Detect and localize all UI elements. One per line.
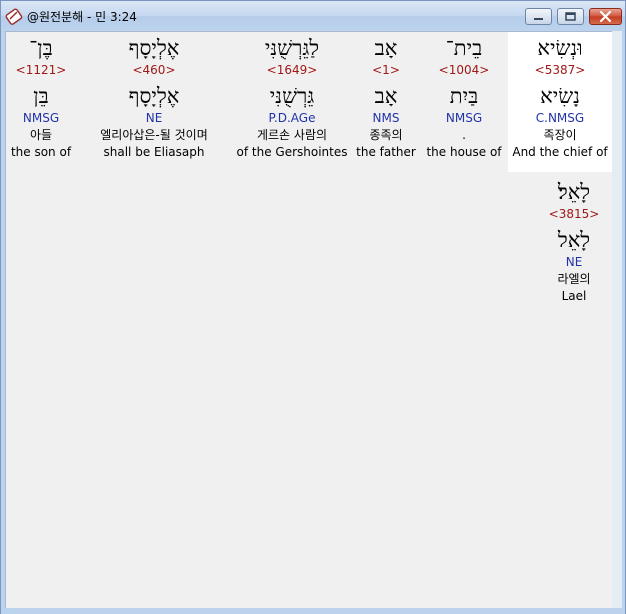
english-gloss: the son of xyxy=(10,145,72,159)
hebrew-word: אָב xyxy=(374,36,398,60)
korean-gloss: 라엘의 xyxy=(557,272,591,286)
hebrew-lemma: בֵּן xyxy=(33,84,49,108)
right-frame xyxy=(612,31,622,608)
app-window: @원전분해 - 민 3:24 וּנְשִׂיא <5387> נָשִׂיא … xyxy=(0,0,626,614)
hebrew-lemma: גֵּרְשֻׁנִּי xyxy=(269,84,315,108)
morphology-code: NE xyxy=(145,111,163,125)
interlinear-panel[interactable]: וּנְשִׂיא <5387> נָשִׂיא C.NMSG 족장이 And … xyxy=(5,31,613,609)
morphology-code: NMSG xyxy=(22,111,60,125)
english-gloss: the father xyxy=(356,145,416,159)
strong-number[interactable]: <3815> xyxy=(536,206,612,222)
hebrew-word: אֶלְיָסָף xyxy=(128,36,180,60)
korean-gloss: . xyxy=(462,128,466,142)
english-gloss: of the Gershointes xyxy=(236,145,348,159)
word-column[interactable]: לַגֵּרְשֻׁנִּי <1649> גֵּרְשֻׁנִּי P.D.A… xyxy=(236,32,348,172)
hebrew-lemma: אֶלְיָסָף xyxy=(128,84,180,108)
app-icon[interactable] xyxy=(5,7,23,25)
window-title: @원전분해 - 민 3:24 xyxy=(27,10,137,24)
hebrew-word: וּנְשִׂיא xyxy=(537,36,583,60)
hebrew-lemma: לָאֵל xyxy=(557,228,591,252)
hebrew-lemma: נָשִׂיא xyxy=(540,84,580,108)
word-column[interactable]: לָאֵל׃ <3815> לָאֵל NE 라엘의 Lael xyxy=(536,176,612,312)
morphology-code: P.D.AGe xyxy=(268,111,316,125)
strong-number[interactable]: <5387> xyxy=(508,62,612,78)
korean-gloss: 엘리아삽은-될 것이며 xyxy=(100,128,208,142)
close-icon xyxy=(599,10,612,23)
maximize-button[interactable] xyxy=(557,8,584,25)
english-gloss: And the chief of xyxy=(512,145,608,159)
korean-gloss: 아들 xyxy=(29,128,53,142)
hebrew-word: בֶּן־ xyxy=(29,36,53,60)
korean-gloss: 종족의 xyxy=(369,128,403,142)
minimize-icon xyxy=(534,18,543,20)
morphology-code: NMSG xyxy=(445,111,483,125)
morphology-code: NE xyxy=(565,255,583,269)
minimize-button[interactable] xyxy=(525,8,552,25)
english-gloss: shall be Eliasaph xyxy=(103,145,205,159)
word-column[interactable]: אָב <1> אָב NMS 종족의 the father xyxy=(354,32,418,172)
strong-number[interactable]: <1004> xyxy=(424,62,504,78)
hebrew-word: בֵית־ xyxy=(445,36,483,60)
word-column[interactable]: וּנְשִׂיא <5387> נָשִׂיא C.NMSG 족장이 And … xyxy=(508,32,612,172)
word-column[interactable]: בֵית־ <1004> בַּיִת NMSG . the house of xyxy=(424,32,504,172)
strong-number[interactable]: <1> xyxy=(354,62,418,78)
maximize-icon xyxy=(565,12,576,21)
strong-number[interactable]: <1121> xyxy=(8,62,74,78)
english-gloss: Lael xyxy=(561,289,587,303)
hebrew-word: לָאֵל׃ xyxy=(557,180,591,204)
english-gloss: the house of xyxy=(426,145,502,159)
bottom-frame xyxy=(1,608,625,614)
morphology-code: NMS xyxy=(372,111,400,125)
korean-gloss: 족장이 xyxy=(543,128,577,142)
hebrew-lemma: בַּיִת xyxy=(449,84,479,108)
strong-number[interactable]: <1649> xyxy=(236,62,348,78)
hebrew-lemma: אָב xyxy=(374,84,398,108)
strong-number[interactable]: <460> xyxy=(80,62,228,78)
hebrew-word: לַגֵּרְשֻׁנִּי xyxy=(264,36,320,60)
morphology-code: C.NMSG xyxy=(535,111,585,125)
korean-gloss: 게르손 사람의 xyxy=(256,128,328,142)
title-bar[interactable]: @원전분해 - 민 3:24 xyxy=(1,1,625,31)
word-column[interactable]: אֶלְיָסָף <460> אֶלְיָסָף NE 엘리아삽은-될 것이며… xyxy=(80,32,228,172)
close-button[interactable] xyxy=(589,8,622,25)
word-column[interactable]: בֶּן־ <1121> בֵּן NMSG 아들 the son of xyxy=(8,32,74,172)
